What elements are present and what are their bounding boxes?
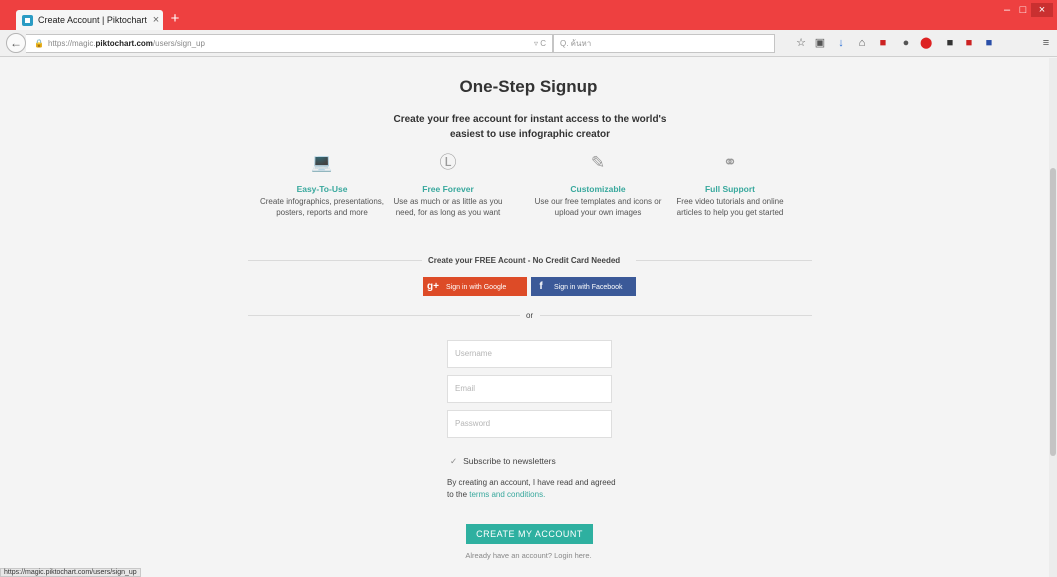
subscribe-label: Subscribe to newsletters [463, 456, 556, 466]
dollar-icon: Ⓛ [439, 153, 457, 172]
google-plus-icon: g+ [427, 281, 439, 292]
feature-title: Customizable [570, 184, 626, 194]
feature-free-forever: Ⓛ Free Forever Use as much or as little … [383, 152, 513, 218]
addon-p-icon[interactable]: ■ [983, 37, 995, 49]
create-account-button[interactable]: CREATE MY ACCOUNT [466, 524, 593, 544]
lock-icon: 🔒 [34, 39, 44, 48]
menu-hamburger-icon[interactable]: ≡ [1040, 37, 1052, 49]
reading-list-icon[interactable]: ▣ [814, 37, 826, 49]
feature-desc: Create infographics, presentations, post… [259, 197, 385, 217]
browser-navbar: ← 🔒 https://magic.piktochart.com/users/si… [0, 30, 1057, 57]
headset-icon: ⚭ [722, 153, 738, 172]
facebook-icon: f [539, 281, 543, 292]
feature-desc: Use as much or as little as you need, fo… [393, 197, 503, 217]
maximize-icon[interactable]: □ [1016, 3, 1030, 17]
new-tab-icon[interactable]: + [166, 11, 184, 27]
minimize-icon[interactable]: – [1000, 3, 1014, 17]
home-icon[interactable]: ⌂ [856, 37, 868, 49]
or-label: or [526, 311, 534, 320]
adblock-icon[interactable]: ⬤ [920, 37, 932, 49]
password-field[interactable]: Password [447, 410, 612, 438]
url-path: /users/sign_up [152, 39, 205, 48]
search-input[interactable]: Q. ค้นหา [553, 34, 775, 53]
feature-desc: Use our free templates and icons or uplo… [534, 197, 662, 217]
subscribe-checkbox[interactable]: ✓ Subscribe to newsletters [450, 456, 556, 467]
feature-customizable: ✎ Customizable Use our free templates an… [533, 152, 663, 218]
feature-title: Full Support [704, 184, 756, 194]
piktochart-favicon-icon [22, 14, 33, 26]
facebook-signin-label: Sign in with Facebook [554, 284, 623, 291]
feature-title: Free Forever [422, 184, 474, 194]
checkmark-icon[interactable]: ✓ [450, 456, 457, 466]
url-bar[interactable]: 🔒 https://magic.piktochart.com/users/sign… [26, 34, 553, 53]
addon-z-icon[interactable]: ■ [877, 37, 889, 49]
url-host: piktochart.com [95, 39, 153, 48]
page-subtitle: Create your free account for instant acc… [393, 114, 667, 140]
facebook-signin-button[interactable]: f Sign in with Facebook [531, 277, 636, 296]
url-prefix: https://magic. [47, 39, 96, 48]
bookmark-star-icon[interactable]: ☆ [795, 37, 807, 49]
browser-titlebar: Create Account | Piktochart × + – □ × [0, 0, 1057, 30]
divider-left [248, 260, 422, 261]
scrollbar[interactable] [1049, 58, 1057, 577]
download-icon[interactable]: ↓ [835, 37, 847, 49]
reload-icon[interactable]: ▿ C [534, 35, 546, 52]
page-title: One-Step Signup [459, 77, 598, 96]
scrollbar-thumb[interactable] [1050, 168, 1056, 456]
addon-z2-icon[interactable]: ■ [963, 37, 975, 49]
feature-easy-to-use: 💻 Easy-To-Use Create infographics, prese… [257, 152, 387, 218]
divider-right [636, 260, 812, 261]
terms-text: By creating an account, I have read and … [447, 477, 617, 501]
google-signin-button[interactable]: g+ Sign in with Google [423, 277, 527, 296]
or-divider-left [248, 315, 520, 316]
tab-close-icon[interactable]: × [149, 14, 163, 26]
feature-title: Easy-To-Use [296, 184, 348, 194]
or-divider-right [540, 315, 812, 316]
window-close-icon[interactable]: × [1031, 3, 1053, 17]
google-signin-label: Sign in with Google [446, 284, 507, 291]
tab-title: Create Account | Piktochart [38, 15, 147, 25]
username-field[interactable]: Username [447, 340, 612, 368]
terms-link[interactable]: terms and conditions. [469, 490, 545, 499]
status-url: https://magic.piktochart.com/users/sign_… [0, 568, 141, 577]
browser-tab[interactable]: Create Account | Piktochart × [16, 10, 163, 30]
login-link[interactable]: Already have an account? Login here. [0, 551, 1057, 560]
back-arrow-icon[interactable]: ← [6, 33, 26, 53]
laptop-icon: 💻 [311, 153, 333, 172]
email-field[interactable]: Email [447, 375, 612, 403]
feature-desc: Free video tutorials and online articles… [676, 197, 784, 217]
screenshot-icon[interactable]: ■ [944, 37, 956, 49]
chat-icon[interactable]: ● [900, 37, 912, 49]
feature-full-support: ⚭ Full Support Free video tutorials and … [665, 152, 795, 218]
free-account-heading: Create your FREE Acount - No Credit Card… [428, 256, 621, 265]
pencil-icon: ✎ [590, 153, 606, 172]
